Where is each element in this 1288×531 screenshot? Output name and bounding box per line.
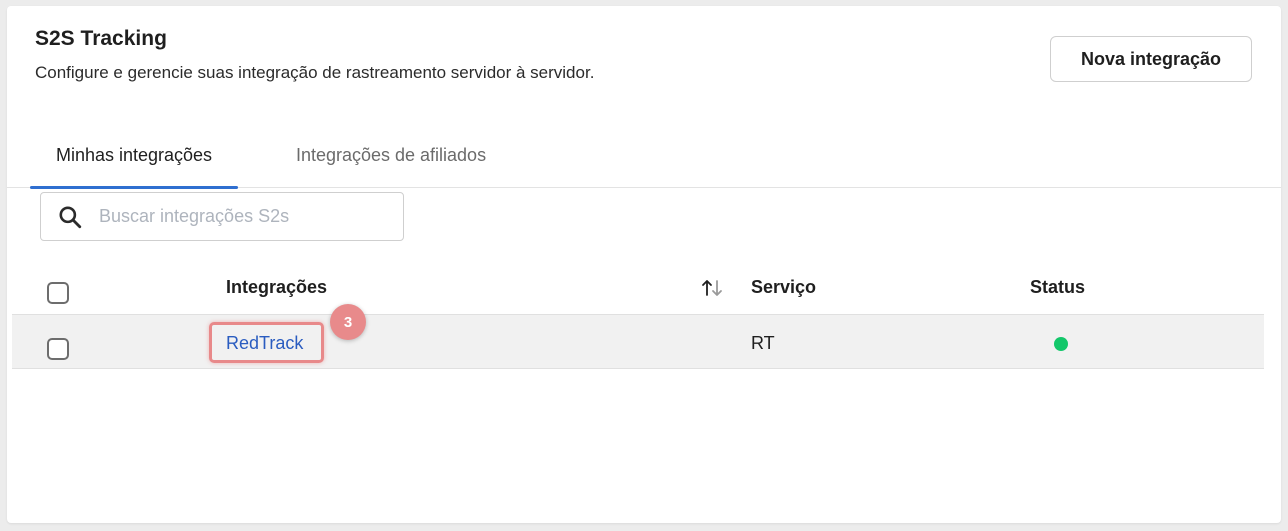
column-header-service: Serviço xyxy=(751,277,817,297)
table-row xyxy=(12,314,1264,369)
search-box xyxy=(40,192,404,241)
page-title: S2S Tracking xyxy=(35,27,167,50)
tab-bar: Minhas integrações Integrações de afilia… xyxy=(7,124,1281,189)
s2s-tracking-card: S2S Tracking Configure e gerencie suas i… xyxy=(7,6,1281,523)
select-all-checkbox[interactable] xyxy=(47,282,69,304)
search-icon xyxy=(59,205,82,228)
page-subtitle: Configure e gerencie suas integração de … xyxy=(35,63,595,82)
step-highlight-box xyxy=(209,322,324,363)
service-cell: RT xyxy=(751,333,775,353)
status-active-dot xyxy=(1054,337,1068,351)
search-input[interactable] xyxy=(97,205,381,228)
column-header-integrations: Integrações xyxy=(226,277,328,297)
step-badge: 3 xyxy=(330,304,366,340)
new-integration-button[interactable]: Nova integração xyxy=(1050,36,1252,82)
tab-my-integrations[interactable]: Minhas integrações xyxy=(30,124,238,189)
row-checkbox[interactable] xyxy=(47,338,69,360)
column-header-status: Status xyxy=(1030,277,1086,297)
sort-arrows-icon[interactable] xyxy=(700,278,724,298)
tab-affiliate-integrations[interactable]: Integrações de afiliados xyxy=(263,124,519,187)
